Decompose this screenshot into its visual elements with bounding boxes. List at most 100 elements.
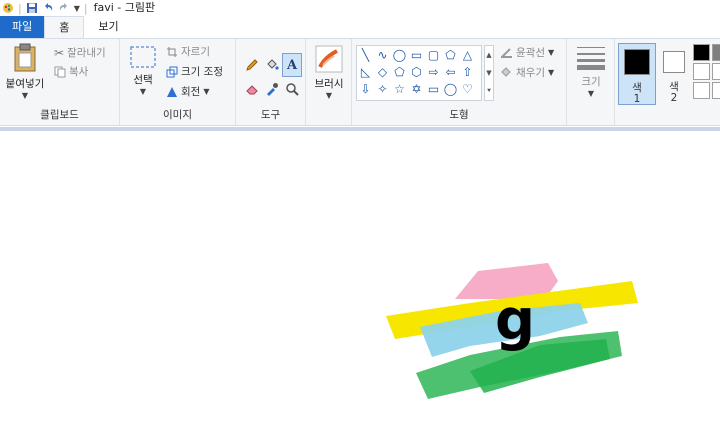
shape-right-arrow-icon[interactable]: ⇨ xyxy=(425,63,442,80)
fill-label: 채우기 xyxy=(516,67,545,79)
select-label: 선택 xyxy=(133,74,153,86)
fill-button[interactable]: 채우기 ▼ xyxy=(500,65,554,80)
drawing-strokes: g xyxy=(386,263,638,399)
shape-rectangle-icon[interactable]: ▭ xyxy=(408,46,425,63)
title-bar: | ▼ | favi - 그림판 xyxy=(0,0,720,16)
shapes-gallery: ╲ ∿ ◯ ▭ ▢ ⬠ △ ◺ ◇ ⬠ ⬡ ⇨ ⇦ ⇧ ⇩ ✧ ☆ ✡ ▭ ◯ xyxy=(356,45,482,101)
shape-triangle-icon[interactable]: △ xyxy=(459,46,476,63)
brushes-label: 브러시 xyxy=(314,78,344,90)
image-group-label: 이미지 xyxy=(163,109,192,121)
green-stroke-2 xyxy=(470,339,610,393)
shapes-scrollbar[interactable]: ▲ ▼ ⯆ xyxy=(484,45,494,101)
paste-button[interactable]: 붙여넣기 ▼ xyxy=(2,43,48,100)
customize-quick-access-icon[interactable]: ▼ xyxy=(74,4,80,13)
palette-swatch-white[interactable] xyxy=(693,63,710,80)
select-button[interactable]: 선택 ▼ xyxy=(126,45,160,96)
outline-button[interactable]: 윤곽선 ▼ xyxy=(500,45,554,60)
color2-swatch xyxy=(663,51,685,73)
color-palette xyxy=(693,44,720,99)
shape-line-icon[interactable]: ╲ xyxy=(357,46,374,63)
resize-button[interactable]: 크기 조정 xyxy=(166,64,223,79)
shape-four-point-star-icon[interactable]: ✧ xyxy=(374,80,391,97)
tools-group-label: 도구 xyxy=(260,109,281,121)
crop-button[interactable]: 자르기 xyxy=(166,44,210,59)
select-dropdown-icon[interactable]: ▼ xyxy=(126,87,160,96)
tab-file[interactable]: 파일 xyxy=(0,16,45,38)
copy-button[interactable]: 복사 xyxy=(54,64,88,79)
fill-icon xyxy=(501,67,511,77)
save-icon[interactable] xyxy=(26,2,38,14)
size-dropdown-icon[interactable]: ▼ xyxy=(573,89,609,98)
outline-icon xyxy=(501,48,512,58)
shape-heart-icon[interactable]: ♡ xyxy=(459,80,476,97)
redo-icon[interactable] xyxy=(58,2,70,14)
shape-hexagon-icon[interactable]: ⬡ xyxy=(408,63,425,80)
drawing-canvas[interactable]: g xyxy=(0,131,720,445)
palette-swatch-empty[interactable] xyxy=(712,82,720,99)
tab-view[interactable]: 보기 xyxy=(84,16,132,38)
resize-label: 크기 조정 xyxy=(181,66,223,78)
color1-swatch xyxy=(624,49,650,75)
text-tool-icon[interactable]: A xyxy=(282,53,302,77)
shape-five-point-star-icon[interactable]: ☆ xyxy=(391,80,408,97)
shape-down-arrow-icon[interactable]: ⇩ xyxy=(357,80,374,97)
size-icon xyxy=(577,47,605,70)
shape-right-triangle-icon[interactable]: ◺ xyxy=(357,63,374,80)
size-label: 크기 xyxy=(581,76,601,88)
color1-button[interactable]: 색 1 xyxy=(618,43,656,105)
brushes-dropdown-icon[interactable]: ▼ xyxy=(309,91,349,100)
shape-rounded-rectangle-icon[interactable]: ▢ xyxy=(425,46,442,63)
brushes-button[interactable]: 브러시 ▼ xyxy=(309,45,349,100)
separator: | xyxy=(18,1,22,15)
brushes-group: 브러시 ▼ xyxy=(306,39,352,125)
fill-dropdown-icon[interactable]: ▼ xyxy=(548,68,554,77)
rotate-icon xyxy=(167,86,177,97)
palette-swatch-light-gray[interactable] xyxy=(712,63,720,80)
shapes-group: ╲ ∿ ◯ ▭ ▢ ⬠ △ ◺ ◇ ⬠ ⬡ ⇨ ⇦ ⇧ ⇩ ✧ ☆ ✡ ▭ ◯ xyxy=(352,39,567,125)
outline-dropdown-icon[interactable]: ▼ xyxy=(548,48,554,57)
rotate-button[interactable]: 회전 ▼ xyxy=(166,84,209,99)
brush-icon xyxy=(315,45,343,73)
crop-icon xyxy=(167,46,177,57)
rotate-dropdown-icon[interactable]: ▼ xyxy=(203,87,209,96)
shape-callout-rect-icon[interactable]: ▭ xyxy=(425,80,442,97)
pencil-icon[interactable] xyxy=(242,53,262,77)
color-picker-icon[interactable] xyxy=(262,77,282,101)
paste-icon xyxy=(14,43,36,72)
ribbon: 붙여넣기 ▼ ✂ 잘라내기 복사 클립보드 선택 ▼ 자르기 크기 조정 회전 … xyxy=(0,38,720,126)
tab-home[interactable]: 홈 xyxy=(44,16,85,38)
shape-left-arrow-icon[interactable]: ⇦ xyxy=(442,63,459,80)
canvas-workspace: g xyxy=(0,127,720,445)
resize-icon xyxy=(166,66,178,77)
shape-callout-oval-icon[interactable]: ◯ xyxy=(442,80,459,97)
shapes-group-label: 도형 xyxy=(449,109,469,121)
shape-pentagon-icon[interactable]: ⬠ xyxy=(391,63,408,80)
outline-label: 윤곽선 xyxy=(516,47,545,59)
palette-swatch-empty[interactable] xyxy=(693,82,710,99)
color2-number: 2 xyxy=(670,92,678,104)
cut-button[interactable]: ✂ 잘라내기 xyxy=(54,45,106,60)
color2-button[interactable]: 색 2 xyxy=(659,43,689,105)
window-title: favi - 그림판 xyxy=(93,1,156,14)
paste-dropdown-icon[interactable]: ▼ xyxy=(2,91,48,100)
shape-diamond-icon[interactable]: ◇ xyxy=(374,63,391,80)
shape-oval-icon[interactable]: ◯ xyxy=(391,46,408,63)
eraser-icon[interactable] xyxy=(242,77,262,101)
palette-swatch-gray[interactable] xyxy=(712,44,720,61)
size-group: 크기 ▼ xyxy=(567,39,615,125)
cut-label: 잘라내기 xyxy=(67,47,106,59)
magnifier-icon[interactable] xyxy=(282,77,302,101)
paint-app-icon xyxy=(3,3,13,13)
shape-polygon-icon[interactable]: ⬠ xyxy=(442,46,459,63)
palette-swatch-black[interactable] xyxy=(693,44,710,61)
clipboard-group: 붙여넣기 ▼ ✂ 잘라내기 복사 클립보드 xyxy=(0,39,120,125)
shape-up-arrow-icon[interactable]: ⇧ xyxy=(459,63,476,80)
copy-label: 복사 xyxy=(69,66,89,78)
size-button[interactable]: 크기 ▼ xyxy=(573,45,609,98)
ribbon-tabs: 파일 홈 보기 xyxy=(0,16,720,38)
fill-bucket-icon[interactable] xyxy=(262,53,282,77)
shape-curve-icon[interactable]: ∿ xyxy=(374,46,391,63)
undo-icon[interactable] xyxy=(42,2,54,14)
shape-six-point-star-icon[interactable]: ✡ xyxy=(408,80,425,97)
colors-group: 색 1 색 2 xyxy=(615,39,720,125)
